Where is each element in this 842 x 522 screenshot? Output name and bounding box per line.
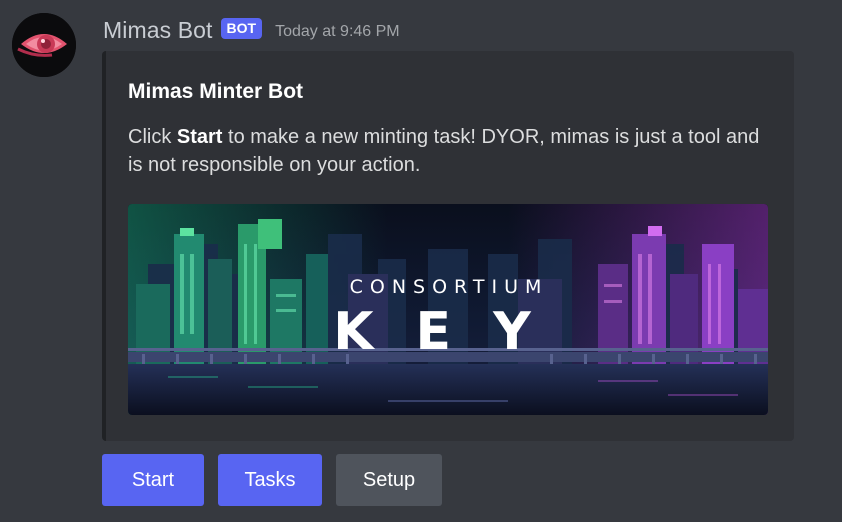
embed-description-suffix: to make a new minting task! DYOR, mimas … bbox=[128, 126, 760, 176]
consortium-key-banner: CONSORTIUM KEY bbox=[128, 204, 768, 415]
tasks-button[interactable]: Tasks bbox=[218, 454, 322, 506]
embed-image[interactable]: CONSORTIUM KEY bbox=[128, 204, 768, 415]
banner-subtitle: CONSORTIUM bbox=[350, 276, 549, 298]
chat-message: Mimas Bot BOT Today at 9:46 PM Mimas Min… bbox=[0, 0, 842, 522]
message-timestamp: Today at 9:46 PM bbox=[275, 23, 400, 40]
bot-badge: BOT bbox=[220, 17, 263, 39]
username[interactable]: Mimas Bot bbox=[103, 17, 213, 44]
embed-description-prefix: Click bbox=[128, 126, 177, 148]
embed-description: Click Start to make a new minting task! … bbox=[128, 123, 768, 179]
action-row: Start Tasks Setup bbox=[102, 454, 442, 506]
bot-avatar[interactable] bbox=[12, 13, 76, 77]
embed-description-bold: Start bbox=[176, 126, 223, 148]
message-header: Mimas Bot BOT Today at 9:46 PM bbox=[103, 14, 400, 46]
setup-button[interactable]: Setup bbox=[336, 454, 442, 506]
banner-title: KEY bbox=[333, 302, 572, 362]
embed-card: Mimas Minter Bot Click Start to make a n… bbox=[102, 51, 794, 441]
embed-title: Mimas Minter Bot bbox=[128, 80, 304, 103]
start-button[interactable]: Start bbox=[102, 454, 204, 506]
pink-eye-icon bbox=[12, 13, 76, 77]
